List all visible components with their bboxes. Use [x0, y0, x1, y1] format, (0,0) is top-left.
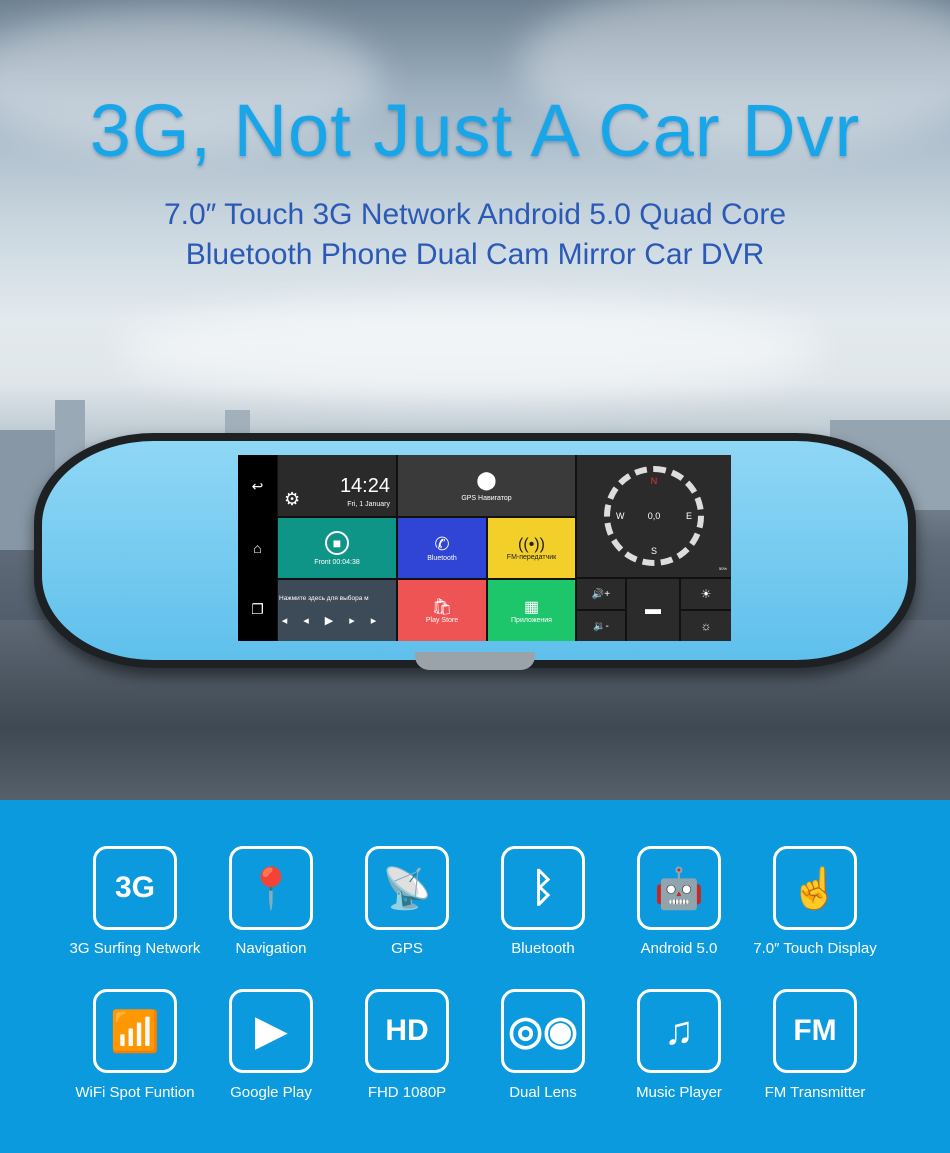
apps-tile[interactable]: ▦ Приложения: [488, 580, 575, 641]
apps-grid-icon: ▦: [523, 599, 540, 616]
satellite-dish-icon: 📡: [365, 846, 449, 930]
gps-label: GPS Навигатор: [461, 494, 512, 502]
device-screen: ↩ ⌂ ❐ 14:24 Fri, 1 January ⚙ ⬤ GPS Навиг…: [238, 455, 731, 641]
compass-north: N: [650, 476, 658, 486]
fm-icon: FM: [773, 989, 857, 1073]
subtitle-line-1: 7.0″ Touch 3G Network Android 5.0 Quad C…: [163, 198, 787, 231]
antenna-icon: ((•)): [518, 535, 545, 553]
map-pin-icon: 📍: [229, 846, 313, 930]
record-label: Front 00:04:38: [314, 558, 360, 566]
feature-label: FM Transmitter: [764, 1084, 866, 1101]
brightness-up-button[interactable]: ☀: [681, 579, 731, 609]
fm-tile[interactable]: ((•)) FM-передатчик: [488, 518, 575, 578]
compass-tile[interactable]: N S E W 0,0 50%: [577, 455, 731, 577]
battery-indicator: 50%: [718, 566, 727, 571]
folder-icon: ▬: [645, 601, 661, 618]
play-store-tile[interactable]: 🛍 Play Store: [398, 580, 486, 641]
wifi-icon: 📶: [93, 989, 177, 1073]
brightness-down-button[interactable]: ☼: [681, 611, 731, 641]
compass-south: S: [650, 546, 657, 556]
clock-tile[interactable]: 14:24 Fri, 1 January ⚙: [278, 455, 396, 516]
android-icon: 🤖: [637, 846, 721, 930]
media-controls[interactable]: ◂◂▶▸▸: [282, 614, 393, 627]
video-camera-icon: ■: [325, 530, 349, 555]
feature-label: 7.0″ Touch Display: [753, 940, 877, 957]
recents-icon[interactable]: ❐: [251, 601, 264, 618]
touch-hand-icon: ☝: [773, 846, 857, 930]
apps-label: Приложения: [511, 617, 552, 624]
phone-icon: ✆: [434, 534, 450, 554]
compass-west: W: [616, 511, 625, 521]
volume-down-button[interactable]: 🔉-: [577, 611, 625, 641]
mirror-mount: [415, 652, 535, 670]
bluetooth-icon: ᛒ: [501, 846, 585, 930]
map-pin-icon: ⬤: [476, 469, 497, 490]
compass-dial: N S E W 0,0: [604, 466, 704, 566]
bluetooth-tile[interactable]: ✆ Bluetooth: [398, 518, 486, 578]
music-tile[interactable]: Нажмите здесь для выбора м ◂◂▶▸▸: [278, 580, 396, 641]
hero-banner: 3G, Not Just A Car Dvr 7.0″ Touch 3G Net…: [0, 0, 950, 800]
music-label: Нажмите здесь для выбора м: [279, 594, 369, 602]
folder-button[interactable]: ▬: [627, 579, 679, 641]
music-note-icon: ♫: [637, 989, 721, 1073]
hd-camera-icon: HD: [365, 989, 449, 1073]
shopping-bag-icon: 🛍: [431, 599, 453, 616]
compass-speed: 0,0: [647, 511, 661, 521]
clock-time: 14:24: [339, 475, 390, 497]
3g-signal-icon: 3G: [93, 846, 177, 930]
volume-up-button[interactable]: 🔊+: [577, 579, 625, 609]
page-title: 3G, Not Just A Car Dvr: [89, 89, 861, 172]
gps-navigator-tile[interactable]: ⬤ GPS Навигатор: [398, 455, 575, 516]
play-store-label: Play Store: [425, 617, 459, 624]
compass-east: E: [685, 511, 692, 521]
clock-date: Fri, 1 January: [347, 501, 390, 508]
home-icon[interactable]: ⌂: [253, 540, 261, 556]
record-tile[interactable]: ■ Front 00:04:38: [278, 518, 396, 578]
bluetooth-label: Bluetooth: [427, 555, 457, 562]
fm-label: FM-передатчик: [506, 553, 557, 561]
play-store-icon: ▶: [229, 989, 313, 1073]
settings-gear-icon[interactable]: ⚙: [284, 489, 300, 510]
back-icon[interactable]: ↩: [252, 478, 264, 495]
nav-bar: ↩ ⌂ ❐: [238, 455, 277, 641]
dual-lens-icon: ◎◉: [501, 989, 585, 1073]
subtitle-line-2: Bluetooth Phone Dual Cam Mirror Car DVR: [185, 238, 765, 271]
